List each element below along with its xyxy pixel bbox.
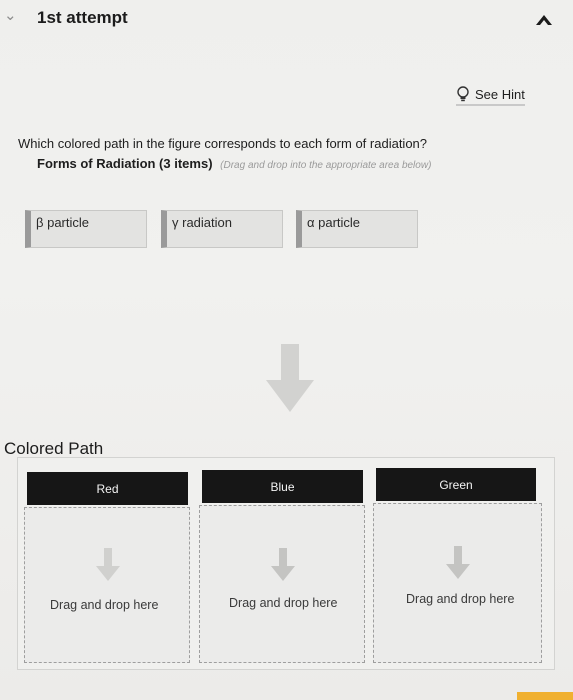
section-label: Colored Path bbox=[4, 439, 104, 458]
items-heading: Forms of Radiation (3 items) bbox=[37, 156, 213, 171]
arrow-down-icon bbox=[446, 546, 470, 579]
attempt-header[interactable]: ⌄ 1st attempt bbox=[0, 0, 573, 40]
drop-zone-label: Drag and drop here bbox=[50, 598, 159, 612]
lightbulb-icon bbox=[457, 86, 469, 102]
drop-zone-blue[interactable]: Drag and drop here bbox=[199, 505, 365, 663]
arrow-up-icon[interactable] bbox=[533, 10, 555, 32]
column-header-red: Red bbox=[27, 472, 188, 505]
arrow-down-icon bbox=[271, 548, 295, 581]
drag-item-alpha-particle[interactable]: α particle bbox=[296, 210, 418, 248]
question-text: Which colored path in the figure corresp… bbox=[18, 136, 428, 151]
items-heading-row: Forms of Radiation (3 items) (Drag and d… bbox=[37, 156, 431, 171]
column-header-green: Green bbox=[376, 468, 536, 501]
see-hint-label: See Hint bbox=[475, 86, 525, 102]
drop-zone-green[interactable]: Drag and drop here bbox=[373, 503, 542, 663]
chevron-down-icon[interactable]: ⌄ bbox=[4, 6, 17, 24]
drop-zone-label: Drag and drop here bbox=[406, 592, 515, 606]
drag-item-beta-particle[interactable]: β particle bbox=[25, 210, 147, 248]
column-header-blue: Blue bbox=[202, 470, 363, 503]
drag-instruction: (Drag and drop into the appropriate area… bbox=[220, 160, 432, 171]
drop-zone-red[interactable]: Drag and drop here bbox=[24, 507, 190, 663]
drop-zone-label: Drag and drop here bbox=[229, 596, 338, 610]
arrow-down-icon bbox=[266, 344, 314, 412]
drag-item-gamma-radiation[interactable]: γ radiation bbox=[161, 210, 283, 248]
attempt-title: 1st attempt bbox=[37, 8, 128, 27]
see-hint-link[interactable]: See Hint bbox=[456, 86, 525, 106]
arrow-down-icon bbox=[96, 548, 120, 581]
corner-accent bbox=[517, 692, 573, 700]
